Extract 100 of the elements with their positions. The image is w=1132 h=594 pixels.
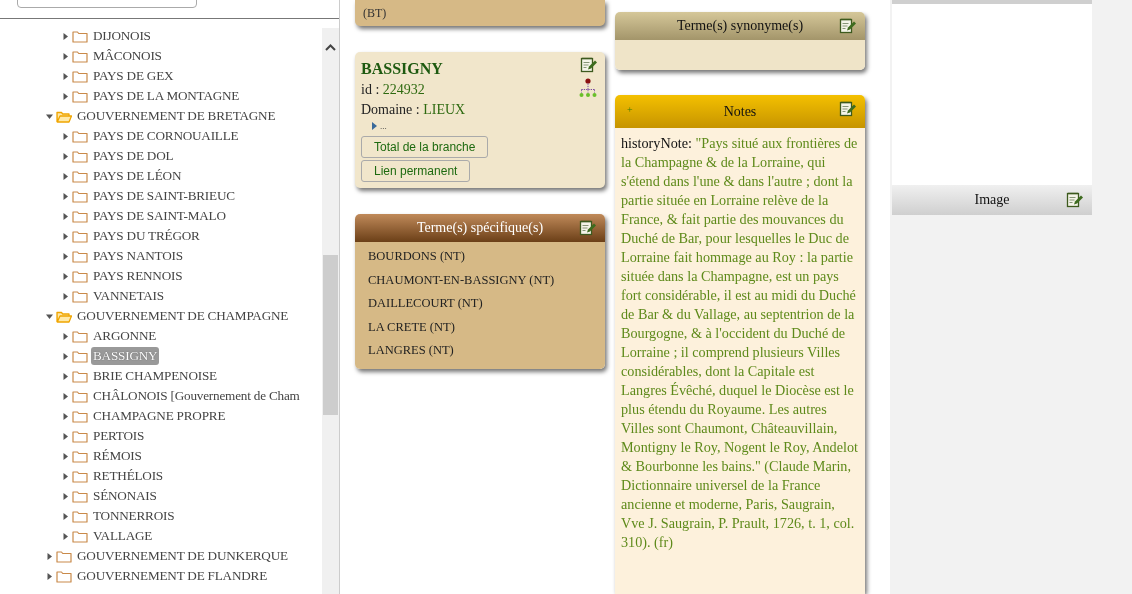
tree-item[interactable]: PERTOIS	[91, 427, 147, 445]
caret-right-icon[interactable]	[62, 412, 69, 420]
folder-icon	[72, 289, 88, 303]
panel-header[interactable]: Image	[892, 185, 1092, 215]
caret-right-icon[interactable]	[62, 452, 69, 460]
open-folder-icon	[56, 309, 72, 323]
caret-right-icon[interactable]	[62, 32, 69, 40]
caret-right-icon[interactable]	[62, 272, 69, 280]
action-button[interactable]: Lien permanent	[361, 160, 471, 182]
caret-down-icon[interactable]	[46, 112, 53, 120]
tree-item[interactable]: PAYS NANTOIS	[91, 247, 185, 265]
tree-item[interactable]: GOUVERNEMENT DE CHAMPAGNE	[75, 307, 291, 325]
folder-icon	[72, 449, 88, 463]
panel-title: Image	[974, 192, 1010, 208]
caret-right-icon[interactable]	[62, 392, 69, 400]
tree-item[interactable]: VALLAGE	[91, 527, 155, 545]
edit-icon[interactable]	[579, 56, 597, 73]
scrollbar-thumb[interactable]	[323, 255, 338, 415]
caret-right-icon[interactable]	[62, 532, 69, 540]
caret-right-icon[interactable]	[62, 432, 69, 440]
tree-item[interactable]: PAYS DU TRÉGOR	[91, 227, 202, 245]
tree-item[interactable]: PAYS RENNOIS	[91, 267, 185, 285]
caret-right-icon[interactable]	[62, 172, 69, 180]
broader-term[interactable]: (BT)	[363, 6, 387, 20]
caret-right-icon[interactable]	[62, 372, 69, 380]
caret-right-icon[interactable]	[62, 192, 69, 200]
caret-right-icon[interactable]	[62, 252, 69, 260]
folder-icon	[72, 209, 88, 223]
folder-icon	[72, 429, 88, 443]
tree-item[interactable]: PAYS DE LA MONTAGNE	[91, 87, 242, 105]
caret-right-icon[interactable]	[62, 132, 69, 140]
edit-icon[interactable]	[839, 100, 856, 117]
tree-item[interactable]: PAYS DE GEX	[91, 67, 176, 85]
caret-right-icon[interactable]	[62, 212, 69, 220]
caret-right-icon[interactable]	[62, 232, 69, 240]
folder-icon	[72, 249, 88, 263]
caret-down-icon[interactable]	[46, 312, 53, 320]
edit-icon[interactable]	[579, 219, 596, 236]
more-toggle[interactable]: ...	[380, 121, 387, 131]
domain-label: Domaine :	[361, 102, 420, 117]
tree-item[interactable]: PAYS DE SAINT-MALO	[91, 207, 228, 225]
tree-item[interactable]: TONNERROIS	[91, 507, 177, 525]
tree-item[interactable]: PAYS DE DOL	[91, 147, 176, 165]
tree-item[interactable]: PAYS DE LÉON	[91, 167, 184, 185]
caret-right-icon[interactable]	[62, 52, 69, 60]
scroll-up-icon[interactable]	[325, 44, 336, 51]
tree-item[interactable]: BRIE CHAMPENOISE	[91, 367, 219, 385]
hierarchy-icon[interactable]	[579, 78, 597, 98]
folder-icon	[72, 189, 88, 203]
caret-right-icon[interactable]	[62, 152, 69, 160]
caret-right-icon[interactable]	[62, 72, 69, 80]
narrower-term[interactable]: LANGRES (NT)	[368, 339, 605, 363]
folder-icon	[72, 89, 88, 103]
narrower-term[interactable]: DAILLECOURT (NT)	[368, 292, 605, 316]
edit-icon[interactable]	[839, 17, 856, 34]
folder-icon	[72, 489, 88, 503]
caret-right-icon[interactable]	[62, 92, 69, 100]
panel-header[interactable]: Terme(s) synonyme(s)	[615, 12, 865, 40]
folder-icon	[72, 469, 88, 483]
edit-icon[interactable]	[1066, 191, 1083, 208]
tree-item[interactable]: GOUVERNEMENT DE FLANDRE	[75, 567, 270, 585]
tree-item[interactable]: RETHÉLOIS	[91, 467, 165, 485]
tree-item[interactable]: GOUVERNEMENT DE DUNKERQUE	[75, 547, 290, 565]
tree-item[interactable]: DIJONOIS	[91, 27, 153, 45]
tree-item[interactable]: CHAMPAGNE PROPRE	[91, 407, 228, 425]
narrower-term[interactable]: LA CRETE (NT)	[368, 315, 605, 339]
folder-icon	[72, 389, 88, 403]
caret-right-icon[interactable]	[62, 512, 69, 520]
folder-icon	[72, 29, 88, 43]
action-button[interactable]: Total de la branche	[361, 136, 489, 158]
folder-icon	[72, 169, 88, 183]
caret-right-icon[interactable]	[62, 492, 69, 500]
tree-item[interactable]: RÉMOIS	[91, 447, 144, 465]
folder-icon	[72, 49, 88, 63]
caret-right-icon[interactable]	[372, 122, 377, 130]
tree-item[interactable]: CHÂLONOIS [Gouvernement de Cham	[91, 387, 302, 405]
tree-item[interactable]: ARGONNE	[91, 327, 159, 345]
tree-item[interactable]: PAYS DE SAINT-BRIEUC	[91, 187, 237, 205]
caret-right-icon[interactable]	[62, 292, 69, 300]
panel-header[interactable]: + Notes	[615, 95, 865, 128]
domain-value: LIEUX	[423, 102, 466, 117]
caret-right-icon[interactable]	[46, 552, 53, 560]
tree-item[interactable]: GOUVERNEMENT DE BRETAGNE	[75, 107, 278, 125]
id-value: 224932	[382, 82, 425, 97]
caret-right-icon[interactable]	[62, 472, 69, 480]
folder-icon	[72, 229, 88, 243]
narrower-term[interactable]: BOURDONS (NT)	[368, 245, 605, 269]
narrower-term[interactable]: CHAUMONT-EN-BASSIGNY (NT)	[368, 268, 605, 292]
caret-right-icon[interactable]	[46, 572, 53, 580]
folder-icon	[56, 569, 72, 583]
folder-icon	[56, 549, 72, 563]
folder-icon	[72, 349, 88, 363]
panel-header[interactable]: Terme(s) spécifique(s)	[355, 214, 605, 242]
tree-item[interactable]: MÂCONOIS	[91, 47, 164, 65]
tree-item[interactable]: PAYS DE CORNOUAILLE	[91, 127, 241, 145]
tree-item[interactable]: SÉNONAIS	[91, 487, 159, 505]
caret-right-icon[interactable]	[62, 332, 69, 340]
scrollbar[interactable]	[322, 28, 339, 594]
tree-item[interactable]: VANNETAIS	[91, 287, 166, 305]
caret-right-icon[interactable]	[62, 352, 69, 360]
